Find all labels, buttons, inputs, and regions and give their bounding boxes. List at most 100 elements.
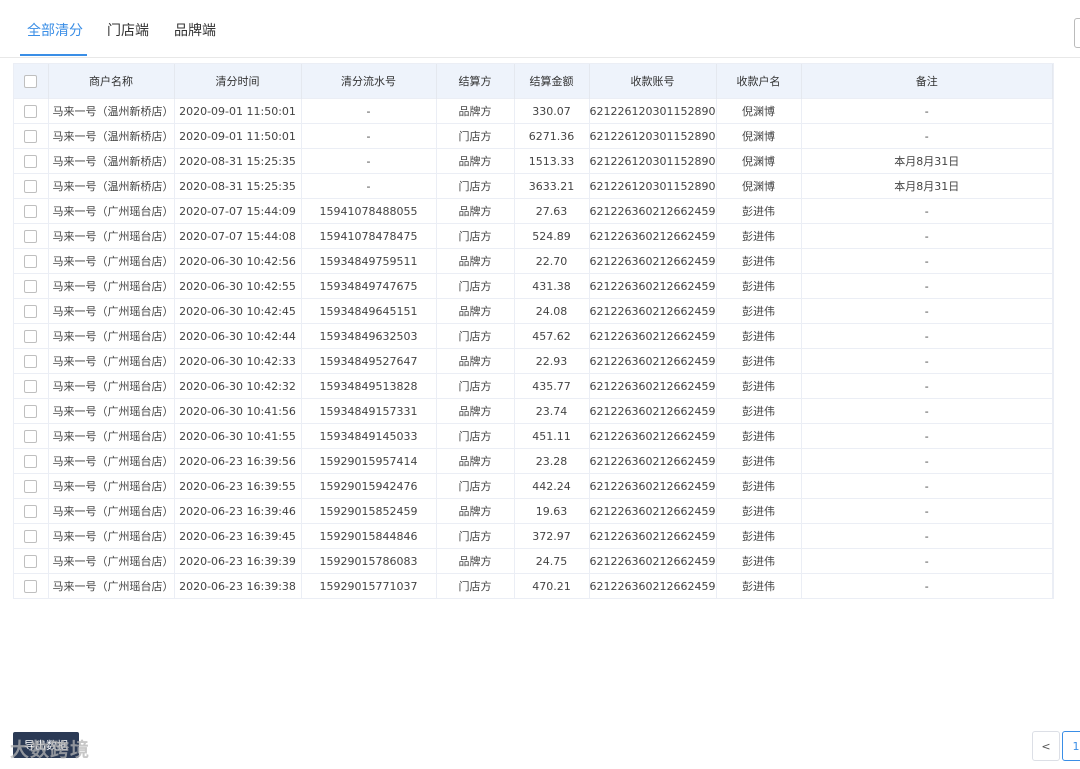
time-cell: 2020-08-31 15:25:35	[174, 148, 302, 174]
select-all-cell	[14, 64, 49, 99]
time-cell: 2020-06-30 10:41:55	[174, 423, 302, 449]
serial-cell: 15934849645151	[301, 298, 437, 324]
row-checkbox[interactable]	[24, 104, 38, 118]
account-cell: 6212263602126624592	[589, 523, 717, 549]
account-cell: 6212263602126624592	[589, 348, 717, 374]
account-cell: 6212263602126624592	[589, 448, 717, 474]
time-cell: 2020-06-23 16:39:45	[174, 523, 302, 549]
select-all-checkbox[interactable]	[24, 74, 38, 88]
account-name-cell: 彭进伟	[716, 448, 802, 474]
serial-cell: -	[301, 98, 437, 124]
time-cell: 2020-06-30 10:42:56	[174, 248, 302, 274]
table-row: 马来一号（温州新桥店） 2020-09-01 11:50:01- 门店方 6271.3…	[14, 123, 1053, 149]
time-cell: 2020-06-23 16:39:56	[174, 448, 302, 474]
merchant-cell: 马来一号（广州瑶台店）	[48, 448, 175, 474]
merchant-cell: 马来一号（广州瑶台店）	[48, 573, 175, 598]
merchant-cell: 马来一号（广州瑶台店）	[48, 248, 175, 274]
tab-store[interactable]: 门店端	[107, 20, 149, 54]
clearing-table: 商户名称 清分时间 清分流水号 结算方 结算金额 收款账号 收款户名 备注 马来…	[13, 63, 1054, 599]
amount-cell: 524.89	[514, 223, 590, 249]
row-checkbox[interactable]	[24, 279, 38, 293]
party-cell: 门店方	[436, 523, 515, 549]
tab-all-clearing[interactable]: 全部清分	[27, 20, 83, 54]
pagination-prev-button[interactable]: <	[1032, 731, 1060, 761]
table-row: 马来一号（广州瑶台店） 2020-06-23 16:39:46 1592901585…	[14, 498, 1053, 524]
table-row: 马来一号（温州新桥店） 2020-08-31 15:25:35- 品牌方 1513.3…	[14, 148, 1053, 174]
remark-cell: -	[801, 298, 1053, 324]
merchant-cell: 马来一号（温州新桥店）	[48, 173, 175, 199]
party-cell: 品牌方	[436, 198, 515, 224]
row-select-cell	[14, 373, 49, 399]
row-checkbox[interactable]	[24, 204, 38, 218]
amount-cell: 470.21	[514, 573, 590, 598]
party-cell: 门店方	[436, 423, 515, 449]
serial-cell: 15934849632503	[301, 323, 437, 349]
row-select-cell	[14, 498, 49, 524]
remark-cell: -	[801, 223, 1053, 249]
table-row: 马来一号（广州瑶台店） 2020-06-30 10:42:45 1593484964…	[14, 298, 1053, 324]
row-checkbox[interactable]	[24, 379, 38, 393]
account-cell: 6212263602126624592	[589, 223, 717, 249]
row-checkbox[interactable]	[24, 254, 38, 268]
row-checkbox[interactable]	[24, 529, 38, 543]
row-checkbox[interactable]	[24, 329, 38, 343]
row-checkbox[interactable]	[24, 479, 38, 493]
merchant-cell: 马来一号（广州瑶台店）	[48, 323, 175, 349]
export-data-button[interactable]: 导出数据	[13, 732, 79, 758]
row-checkbox[interactable]	[24, 229, 38, 243]
account-name-cell: 彭进伟	[716, 423, 802, 449]
party-cell: 品牌方	[436, 498, 515, 524]
remark-cell: -	[801, 348, 1053, 374]
serial-cell: -	[301, 173, 437, 199]
row-checkbox[interactable]	[24, 354, 38, 368]
serial-cell: 15929015852459	[301, 498, 437, 524]
pagination-page-1[interactable]: 1	[1062, 731, 1080, 761]
row-checkbox[interactable]	[24, 179, 38, 193]
table-row: 马来一号（广州瑶台店） 2020-06-30 10:42:56 1593484975…	[14, 248, 1053, 274]
row-checkbox[interactable]	[24, 404, 38, 418]
toolbar-button-edge[interactable]	[1074, 18, 1080, 48]
account-name-cell: 彭进伟	[716, 198, 802, 224]
row-select-cell	[14, 348, 49, 374]
remark-cell: -	[801, 398, 1053, 424]
time-cell: 2020-06-30 10:42:44	[174, 323, 302, 349]
account-name-cell: 彭进伟	[716, 498, 802, 524]
row-checkbox[interactable]	[24, 504, 38, 518]
row-select-cell	[14, 523, 49, 549]
party-cell: 品牌方	[436, 98, 515, 124]
amount-cell: 457.62	[514, 323, 590, 349]
account-name-cell: 彭进伟	[716, 523, 802, 549]
account-cell: 6212261203011528907	[589, 98, 717, 124]
account-name-cell: 彭进伟	[716, 548, 802, 574]
row-checkbox[interactable]	[24, 129, 38, 143]
table-row: 马来一号（广州瑶台店） 2020-06-23 16:39:55 1592901594…	[14, 473, 1053, 499]
row-checkbox[interactable]	[24, 454, 38, 468]
table-row: 马来一号（广州瑶台店） 2020-07-07 15:44:09 1594107848…	[14, 198, 1053, 224]
row-checkbox[interactable]	[24, 429, 38, 443]
remark-cell: -	[801, 323, 1053, 349]
party-cell: 品牌方	[436, 398, 515, 424]
row-checkbox[interactable]	[24, 304, 38, 318]
row-checkbox[interactable]	[24, 554, 38, 568]
account-cell: 6212263602126624592	[589, 398, 717, 424]
serial-cell: 15934849759511	[301, 248, 437, 274]
account-name-cell: 彭进伟	[716, 348, 802, 374]
row-checkbox[interactable]	[24, 579, 38, 593]
column-header-remark: 备注	[801, 64, 1053, 99]
serial-cell: 15929015771037	[301, 573, 437, 598]
party-cell: 品牌方	[436, 348, 515, 374]
amount-cell: 23.74	[514, 398, 590, 424]
party-cell: 门店方	[436, 123, 515, 149]
tab-brand[interactable]: 品牌端	[174, 20, 216, 54]
row-checkbox[interactable]	[24, 154, 38, 168]
account-cell: 6212263602126624592	[589, 423, 717, 449]
serial-cell: 15929015957414	[301, 448, 437, 474]
account-name-cell: 倪渊博	[716, 173, 802, 199]
serial-cell: 15934849145033	[301, 423, 437, 449]
row-select-cell	[14, 573, 49, 598]
merchant-cell: 马来一号（广州瑶台店）	[48, 273, 175, 299]
account-name-cell: 倪渊博	[716, 148, 802, 174]
time-cell: 2020-06-23 16:39:55	[174, 473, 302, 499]
remark-cell: -	[801, 523, 1053, 549]
amount-cell: 442.24	[514, 473, 590, 499]
